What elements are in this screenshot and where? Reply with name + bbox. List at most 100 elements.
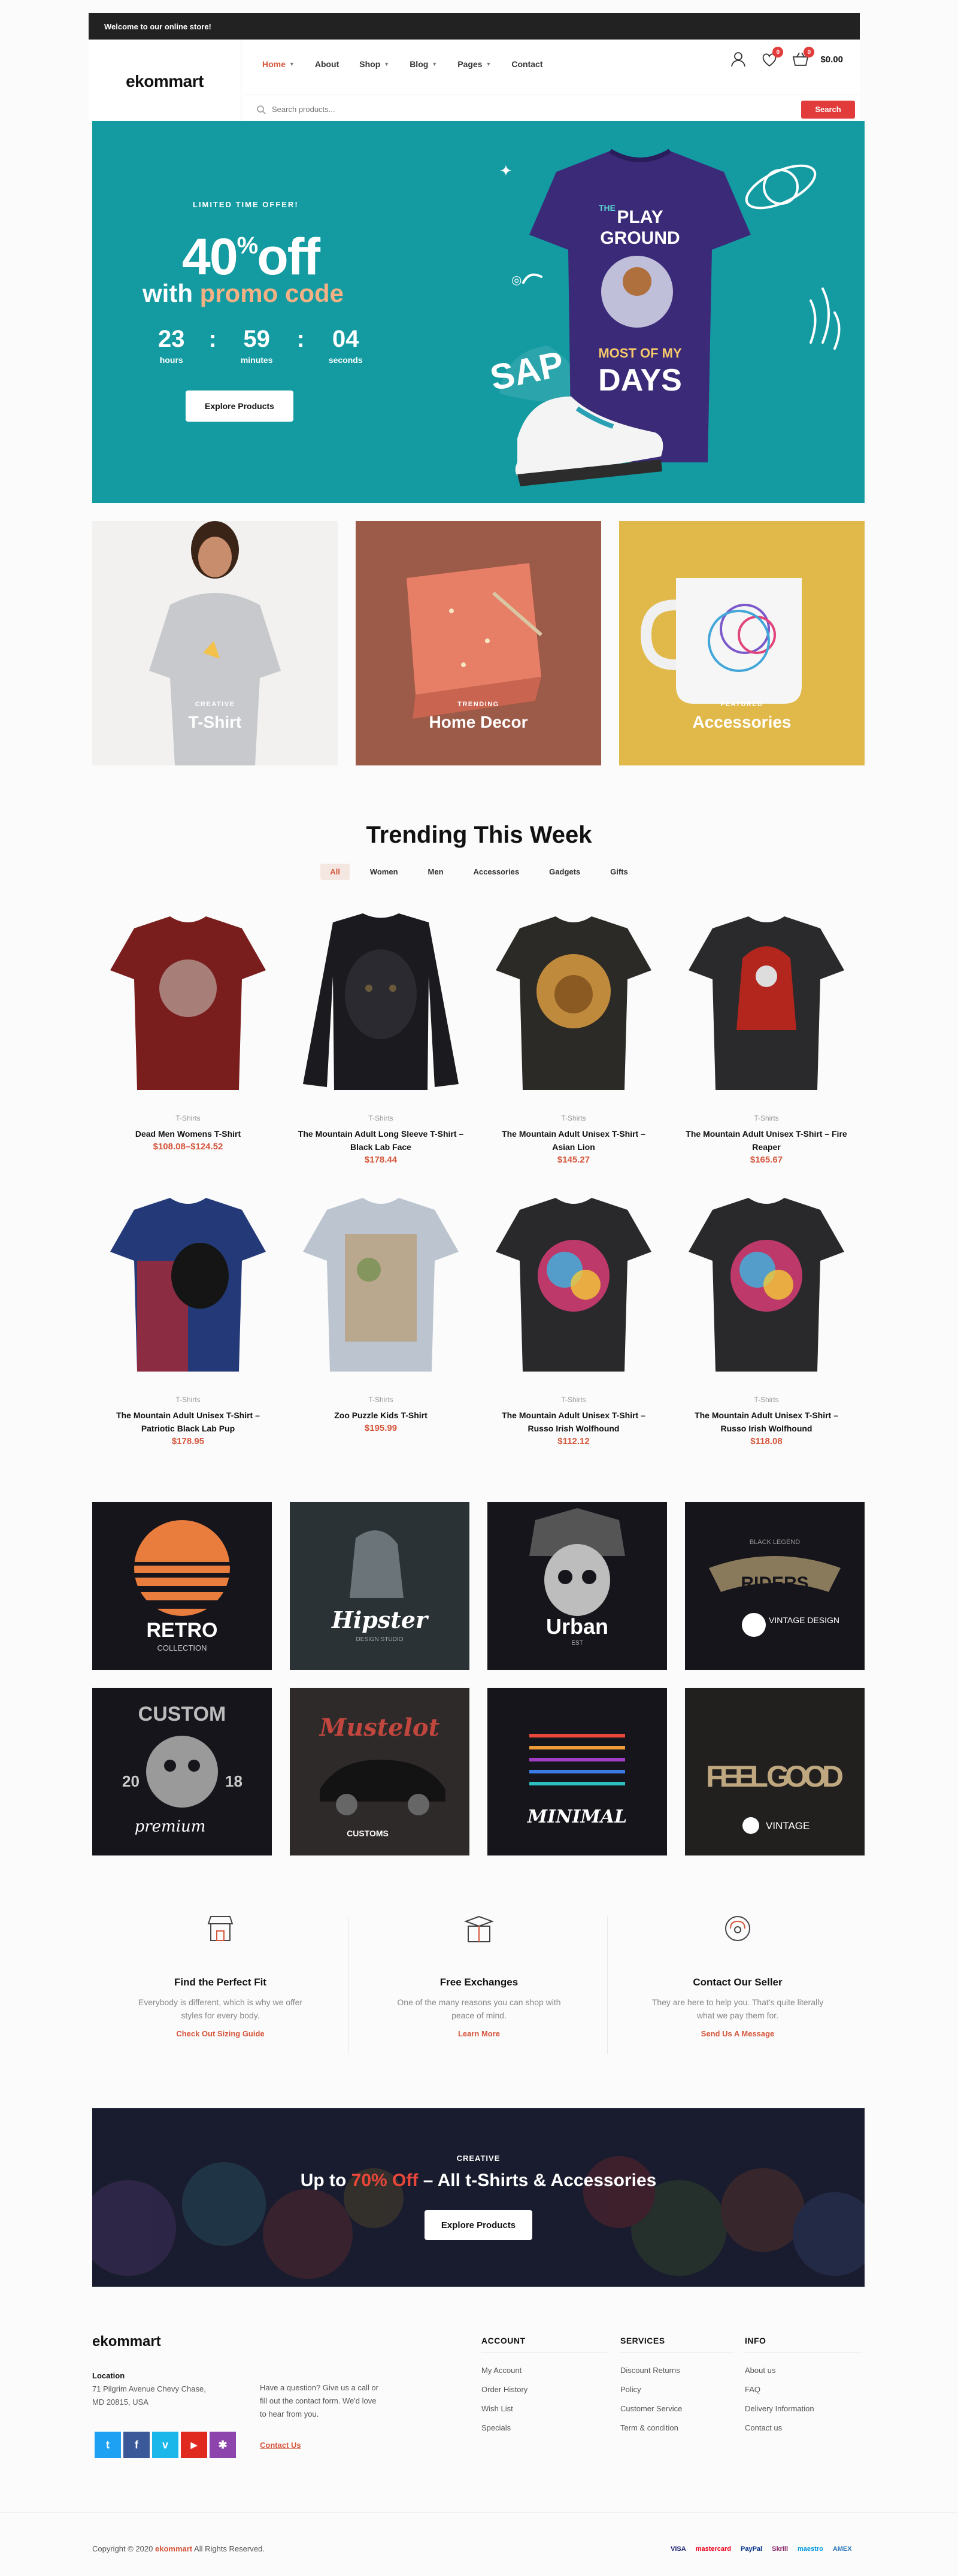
product-card[interactable]: T-Shirts The Mountain Adult Long Sleeve … xyxy=(291,904,471,1168)
footer-link[interactable]: Discount Returns xyxy=(620,2364,734,2377)
site-logo[interactable]: ekommart xyxy=(89,40,241,123)
product-name[interactable]: The Mountain Adult Unisex T-Shirt – Fire… xyxy=(683,1127,850,1154)
copyright-brand[interactable]: ekommart xyxy=(155,2544,192,2553)
footer-link[interactable]: Customer Service xyxy=(620,2402,734,2415)
product-card[interactable]: T-Shirts The Mountain Adult Unisex T-Shi… xyxy=(484,1186,663,1449)
footer-link[interactable]: Wish List xyxy=(481,2402,607,2415)
category-tile-accessories[interactable]: FEATURED Accessories xyxy=(619,521,865,765)
nav-item-blog[interactable]: Blog ▼ xyxy=(410,59,437,69)
youtube-icon[interactable]: ▶ xyxy=(181,2432,207,2458)
footer-link[interactable]: Delivery Information xyxy=(745,2402,862,2415)
svg-text:DAYS: DAYS xyxy=(598,363,682,398)
product-name[interactable]: The Mountain Adult Unisex T-Shirt – Russ… xyxy=(683,1409,850,1435)
copyright-pre: Copyright © 2020 xyxy=(92,2544,153,2553)
nav-item-shop[interactable]: Shop ▼ xyxy=(359,59,389,69)
footer-link[interactable]: Contact us xyxy=(745,2421,862,2435)
design-tile-custom[interactable]: CUSTOM 20 18 premium xyxy=(92,1688,272,1855)
feature-link[interactable]: Check Out Sizing Guide xyxy=(92,2029,348,2038)
car-artwork: Mustelot CUSTOMS xyxy=(319,1714,445,1838)
search-input[interactable] xyxy=(266,105,801,114)
cart-count-badge: 0 xyxy=(804,47,815,57)
hero-eyebrow: LIMITED TIME OFFER! xyxy=(193,200,299,209)
svg-text:RIDERS: RIDERS xyxy=(741,1573,808,1593)
product-name[interactable]: The Mountain Adult Unisex T-Shirt – Russ… xyxy=(490,1409,657,1435)
wishlist-button[interactable]: 0 xyxy=(760,47,784,68)
product-name[interactable]: The Mountain Adult Unisex T-Shirt – Patr… xyxy=(104,1409,272,1435)
footer-link[interactable]: About us xyxy=(745,2364,862,2377)
footer-link[interactable]: Specials xyxy=(481,2421,607,2435)
social-icons: t f v ▶ ✱ xyxy=(95,2432,236,2458)
design-tile-riders[interactable]: BLACK LEGEND RIDERS VINTAGE DESIGN xyxy=(685,1502,865,1670)
product-card[interactable]: T-Shirts Dead Men Womens T-Shirt $108.08… xyxy=(98,904,278,1168)
design-tile-urban[interactable]: Urban EST xyxy=(487,1502,667,1670)
product-category: T-Shirts xyxy=(175,1114,201,1122)
nav-item-contact[interactable]: Contact xyxy=(511,59,542,69)
footer-link[interactable]: Policy xyxy=(620,2383,734,2396)
product-name[interactable]: Zoo Puzzle Kids T-Shirt xyxy=(297,1409,465,1422)
product-name[interactable]: The Mountain Adult Long Sleeve T-Shirt –… xyxy=(297,1127,465,1154)
design-tile-hipster[interactable]: Hipster DESIGN STUDIO xyxy=(290,1502,469,1670)
search-button[interactable]: Search xyxy=(801,100,855,119)
svg-text:MOST OF MY: MOST OF MY xyxy=(598,346,682,361)
tab-men[interactable]: Men xyxy=(419,864,453,880)
tab-all[interactable]: All xyxy=(320,864,350,880)
svg-text:DESIGN STUDIO: DESIGN STUDIO xyxy=(356,1636,404,1643)
nav-item-home[interactable]: Home ▼ xyxy=(262,59,295,69)
product-image xyxy=(496,916,651,1090)
retro-artwork: RETRO COLLECTION xyxy=(128,1520,236,1652)
design-tile-minimal[interactable]: MINIMAL xyxy=(487,1688,667,1855)
facebook-icon[interactable]: f xyxy=(123,2432,150,2458)
banner-title-post: – All t-Shirts & Accessories xyxy=(423,2171,657,2190)
tab-gadgets[interactable]: Gadgets xyxy=(539,864,590,880)
product-image xyxy=(110,916,266,1090)
footer-column-heading: ACCOUNT xyxy=(481,2336,526,2345)
footer-question-line1: Have a question? Give us a call or xyxy=(260,2383,378,2392)
product-image xyxy=(689,1198,844,1372)
tab-accessories[interactable]: Accessories xyxy=(464,864,529,880)
banner-title: Up to 70% Off – All t-Shirts & Accessori… xyxy=(92,2171,865,2191)
design-tile-mustelot[interactable]: Mustelot CUSTOMS xyxy=(290,1688,469,1855)
category-tile-tshirt[interactable]: CREATIVE T-Shirt xyxy=(92,521,338,765)
banner-explore-button[interactable]: Explore Products xyxy=(425,2210,532,2240)
cart-button[interactable]: 0 xyxy=(792,47,815,68)
feature-link[interactable]: Send Us A Message xyxy=(610,2029,866,2038)
product-card[interactable]: T-Shirts The Mountain Adult Unisex T-Shi… xyxy=(98,1186,278,1449)
account-button[interactable] xyxy=(729,50,747,68)
product-name[interactable]: The Mountain Adult Unisex T-Shirt – Asia… xyxy=(490,1127,657,1154)
product-price: $178.95 xyxy=(171,1436,205,1446)
custom-artwork: CUSTOM 20 18 premium xyxy=(122,1703,242,1836)
design-tile-feel-good[interactable]: FEEL GOOD VINTAGE xyxy=(685,1688,865,1855)
design-tile-retro[interactable]: RETRO COLLECTION xyxy=(92,1502,272,1670)
footer-link[interactable]: My Account xyxy=(481,2364,607,2377)
footer-link[interactable]: FAQ xyxy=(745,2383,862,2396)
vimeo-icon[interactable]: v xyxy=(152,2432,178,2458)
hero-with: with xyxy=(143,279,193,307)
feature-link[interactable]: Learn More xyxy=(351,2029,607,2038)
search-bar: Search xyxy=(244,95,860,123)
twitter-icon[interactable]: t xyxy=(95,2432,121,2458)
hero-explore-button[interactable]: Explore Products xyxy=(186,391,293,422)
cart-total[interactable]: $0.00 xyxy=(820,55,843,65)
product-card[interactable]: T-Shirts The Mountain Adult Unisex T-Shi… xyxy=(677,904,856,1168)
tab-women[interactable]: Women xyxy=(360,864,408,880)
product-card[interactable]: T-Shirts The Mountain Adult Unisex T-Shi… xyxy=(677,1186,856,1449)
footer-address-line2: MD 20815, USA xyxy=(92,2398,148,2407)
tab-gifts[interactable]: Gifts xyxy=(601,864,638,880)
svg-text:VINTAGE DESIGN: VINTAGE DESIGN xyxy=(769,1615,839,1625)
yelp-icon[interactable]: ✱ xyxy=(210,2432,236,2458)
nav-item-about[interactable]: About xyxy=(315,59,339,69)
footer-link[interactable]: Term & condition xyxy=(620,2421,734,2435)
product-card[interactable]: T-Shirts Zoo Puzzle Kids T-Shirt $195.99 xyxy=(291,1186,471,1449)
feature-perfect-fit: Find the Perfect Fit Everybody is differ… xyxy=(92,1911,348,2060)
product-card[interactable]: T-Shirts The Mountain Adult Unisex T-Shi… xyxy=(484,904,663,1168)
user-icon xyxy=(731,52,746,67)
footer-contact-link[interactable]: Contact Us xyxy=(260,2439,301,2452)
feature-divider xyxy=(348,1917,349,2054)
product-name[interactable]: Dead Men Womens T-Shirt xyxy=(104,1127,272,1140)
footer-link[interactable]: Order History xyxy=(481,2383,607,2396)
category-tile-home-decor[interactable]: TRENDING Home Decor xyxy=(356,521,601,765)
footer-logo[interactable]: ekommart xyxy=(92,2333,161,2350)
nav-item-pages[interactable]: Pages ▼ xyxy=(457,59,491,69)
tile-eyebrow: CREATIVE xyxy=(195,701,235,708)
product-category: T-Shirts xyxy=(175,1396,201,1404)
